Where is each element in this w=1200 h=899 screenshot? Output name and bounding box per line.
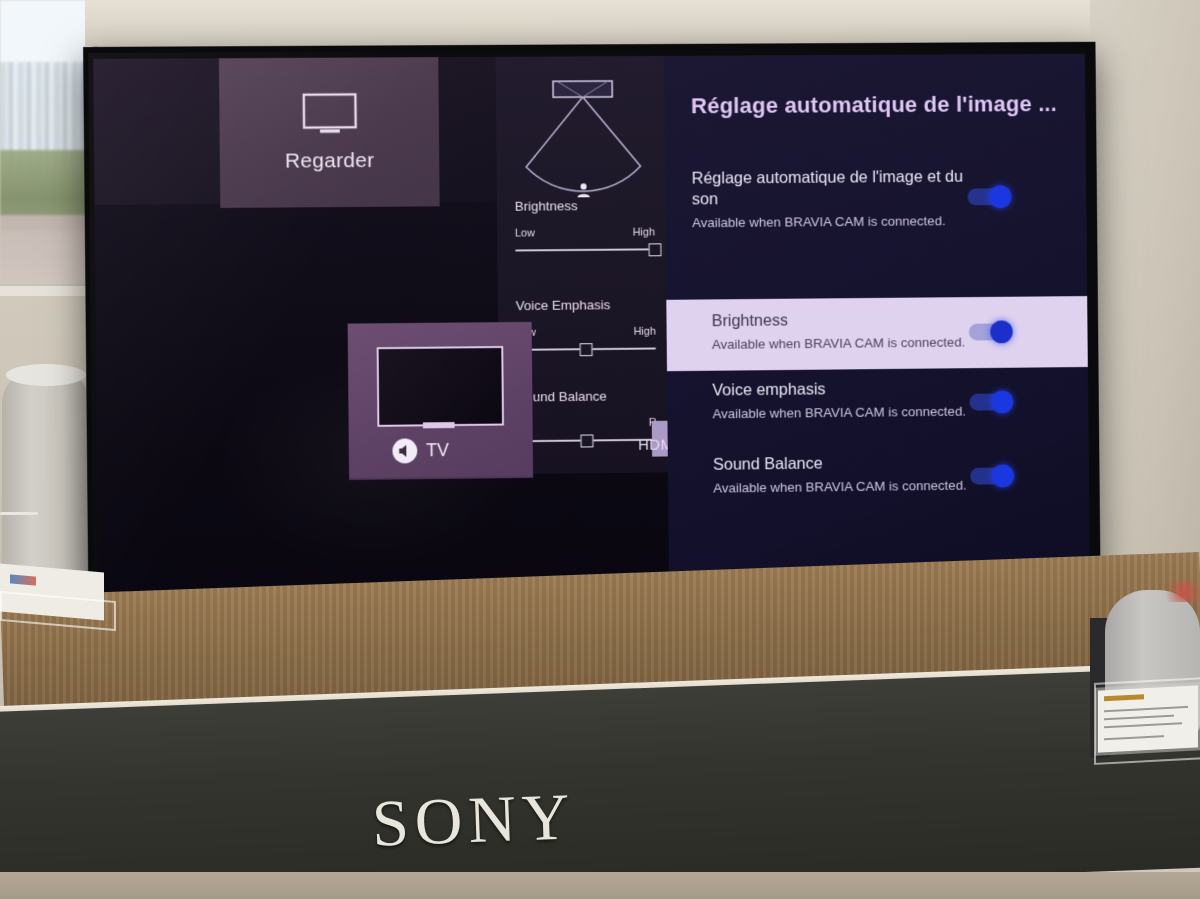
- slider-voice-emphasis-track[interactable]: [516, 348, 656, 351]
- slider-brightness-knob[interactable]: [649, 243, 662, 256]
- source-card-label: TV: [426, 440, 449, 461]
- slider-brightness-track[interactable]: [515, 248, 655, 251]
- slider-voice-emphasis-max-label: High: [634, 326, 656, 338]
- tile-regarder[interactable]: Regarder: [219, 52, 440, 208]
- slider-voice-emphasis-endpoints: Low High: [516, 326, 656, 340]
- slider-brightness-endpoints: Low High: [515, 227, 655, 241]
- toggle-knob: [991, 390, 1014, 413]
- tv-screen: Regarder Brightness Low High Voice Empha…: [88, 48, 1096, 647]
- screenshot-scene: Regarder Brightness Low High Voice Empha…: [0, 0, 1200, 899]
- slider-brightness[interactable]: Brightness Low High: [515, 198, 655, 252]
- toggle-knob: [990, 320, 1013, 343]
- source-card-stand: [423, 422, 455, 428]
- ceiling-strip: [85, 0, 1115, 46]
- slider-sound-balance-endpoints: L R: [517, 417, 657, 431]
- setting-row-title: Réglage automatique de l'image et du son: [692, 167, 986, 211]
- setting-row-subtitle: Available when BRAVIA CAM is connected.: [712, 334, 1005, 352]
- slider-voice-emphasis-title: Voice Emphasis: [516, 297, 656, 313]
- card-logo: [10, 574, 36, 585]
- speaker-cable: [0, 512, 38, 515]
- acrylic-card-holder-right: [1094, 677, 1200, 765]
- toggle-voice-emphasis[interactable]: [969, 390, 1020, 412]
- slider-voice-emphasis[interactable]: Voice Emphasis Low High: [516, 297, 656, 351]
- toggle-sound-balance[interactable]: [970, 464, 1021, 486]
- tv-screen-icon: [301, 92, 357, 141]
- right-wall: [1090, 0, 1200, 620]
- source-card-tv[interactable]: TV: [348, 322, 533, 478]
- setting-row-brightness[interactable]: Brightness Available when BRAVIA CAM is …: [666, 296, 1093, 371]
- speaker-top-cap: [6, 364, 86, 386]
- sony-logo: SONY: [371, 779, 577, 862]
- slider-sound-balance[interactable]: Sound Balance L R: [516, 388, 656, 442]
- slider-sound-balance-knob[interactable]: [581, 434, 594, 447]
- slider-sound-balance-title: Sound Balance: [516, 388, 656, 404]
- setting-row-subtitle: Available when BRAVIA CAM is connected.: [692, 213, 985, 230]
- setting-row-text: Voice emphasis Available when BRAVIA CAM…: [712, 378, 1005, 422]
- volume-speaker-icon: [392, 438, 417, 463]
- source-card-row: TV: [392, 438, 449, 464]
- slider-voice-emphasis-knob[interactable]: [580, 343, 593, 356]
- source-card-screen-icon: [377, 346, 504, 427]
- setting-row-title: Sound Balance: [713, 452, 1006, 476]
- window-frame: [0, 0, 97, 293]
- tile-regarder-label: Regarder: [220, 149, 440, 174]
- setting-row-text: Réglage automatique de l'image et du son…: [692, 167, 986, 230]
- speaker-light-reflection: [1160, 580, 1200, 602]
- slider-brightness-min-label: Low: [515, 227, 535, 239]
- toggle-knob: [992, 464, 1015, 487]
- setting-row-auto-picture-sound[interactable]: Réglage automatique de l'image et du son…: [665, 166, 1092, 254]
- sound-dispersion-diagram: [496, 75, 670, 195]
- slider-brightness-max-label: High: [633, 227, 655, 239]
- setting-row-text: Brightness Available when BRAVIA CAM is …: [712, 309, 1005, 352]
- slider-brightness-title: Brightness: [515, 198, 655, 214]
- toggle-brightness[interactable]: [969, 320, 1020, 342]
- setting-row-voice-emphasis[interactable]: Voice emphasis Available when BRAVIA CAM…: [667, 377, 1094, 453]
- toggle-auto-picture-sound[interactable]: [968, 185, 1019, 207]
- settings-panel-title: Réglage automatique de l'image ...: [691, 91, 1057, 119]
- setting-row-subtitle: Available when BRAVIA CAM is connected.: [713, 477, 1006, 495]
- setting-row-title: Brightness: [712, 309, 1005, 332]
- toggle-knob: [989, 185, 1012, 208]
- setting-row-title: Voice emphasis: [712, 378, 1005, 402]
- setting-row-subtitle: Available when BRAVIA CAM is connected.: [713, 403, 1006, 421]
- setting-row-text: Sound Balance Available when BRAVIA CAM …: [713, 452, 1006, 496]
- window-sill: [0, 286, 96, 296]
- settings-panel: Réglage automatique de l'image ... Régla…: [664, 48, 1096, 639]
- slider-sound-balance-track[interactable]: [517, 439, 657, 443]
- floor-bottom: [0, 872, 1200, 899]
- setting-row-sound-balance[interactable]: Sound Balance Available when BRAVIA CAM …: [668, 451, 1095, 527]
